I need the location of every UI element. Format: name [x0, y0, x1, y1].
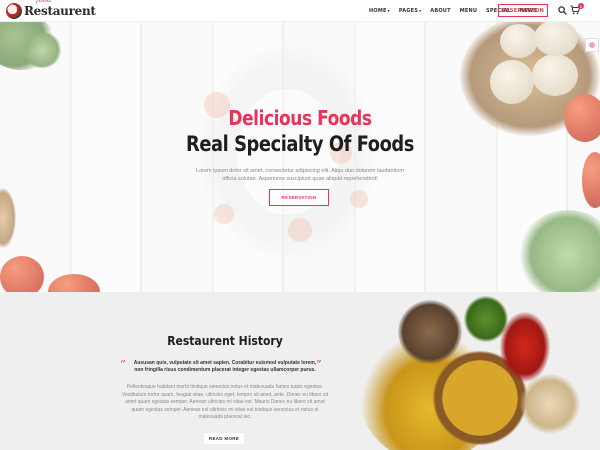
history-content: Restaurent History “ ” Aususan quis, vul… — [110, 292, 340, 450]
chili-pepper-image — [500, 312, 550, 382]
nav-item-home[interactable]: HOME▾ — [369, 8, 390, 14]
hero-title: Real Specialty Of Foods — [185, 132, 414, 156]
chevron-down-icon: ▾ — [419, 8, 422, 13]
history-body: Pellentesque habitant morbi tristique se… — [122, 384, 328, 421]
site-logo[interactable]: Restaurent food — [6, 0, 96, 20]
cart-count-badge: 0 — [578, 3, 584, 9]
logo-emblem-icon — [6, 3, 22, 19]
peppercorns-image — [398, 300, 462, 364]
gear-icon[interactable] — [585, 38, 599, 52]
history-quote: Aususan quis, vulputate sit amet sapien.… — [133, 360, 317, 373]
logo-script: food — [36, 0, 52, 4]
hero-reservation-button[interactable]: RESERVATION — [269, 189, 329, 206]
history-title: Restaurent History — [167, 334, 283, 348]
search-icon[interactable] — [558, 6, 567, 15]
gear-glyph-icon — [589, 42, 595, 48]
hero-overlay — [0, 22, 600, 292]
quote-open-icon: “ — [120, 358, 126, 371]
chevron-down-icon: ▾ — [387, 8, 390, 13]
reservation-button[interactable]: RESERVATION — [498, 4, 548, 17]
nav-item-pages[interactable]: PAGES▾ — [399, 8, 421, 14]
history-section: Restaurent History “ ” Aususan quis, vul… — [0, 292, 600, 450]
chickpeas-image — [520, 374, 580, 434]
hero-title-accent: Delicious Foods — [228, 106, 372, 130]
hero-description: Lorem ipsum dolor sit amet, consectetur … — [196, 168, 404, 182]
nav-item-label: PAGES — [398, 8, 419, 14]
read-more-button[interactable]: READ MORE — [204, 433, 244, 444]
logo-text: Restaurent — [24, 4, 96, 18]
nav-item-about[interactable]: ABOUT — [430, 8, 450, 14]
nav-item-label: MENU — [459, 8, 478, 14]
nav-item-label: ABOUT — [430, 8, 451, 14]
site-header: Restaurent food HOME▾ PAGES▾ ABOUT MENU SPEC… — [0, 0, 600, 22]
hero-section: Delicious Foods Real Specialty Of Foods … — [0, 22, 600, 292]
nav-item-menu[interactable]: MENU — [460, 8, 477, 14]
nav-item-label: HOME — [369, 8, 387, 14]
